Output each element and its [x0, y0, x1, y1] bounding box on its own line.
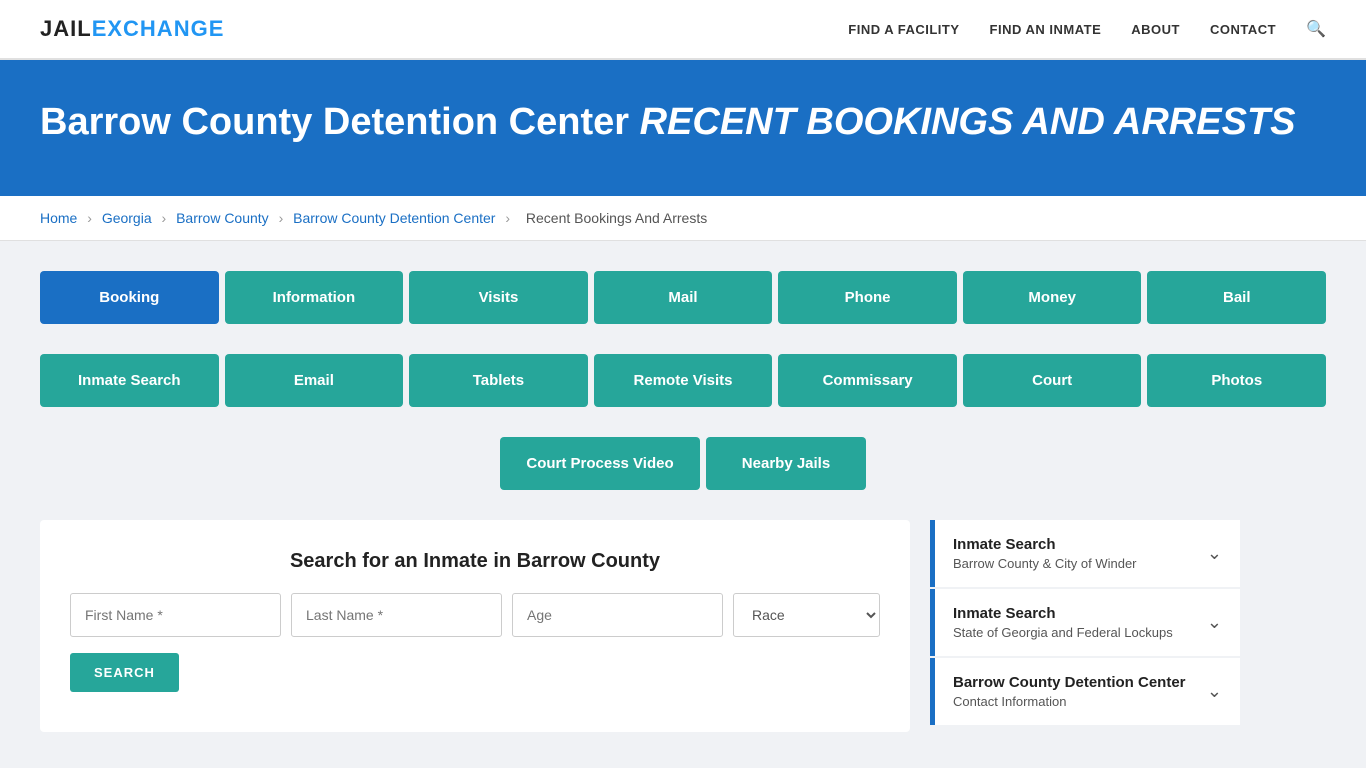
nav-contact[interactable]: CONTACT [1210, 22, 1276, 37]
sidebar-item-inmate-search-barrow[interactable]: Inmate Search Barrow County & City of Wi… [930, 520, 1240, 587]
btn-remote-visits[interactable]: Remote Visits [594, 354, 773, 407]
breadcrumb-sep-2: › [162, 210, 167, 226]
breadcrumb-home[interactable]: Home [40, 210, 77, 226]
logo-exchange: EXCHANGE [92, 16, 225, 41]
btn-court[interactable]: Court [963, 354, 1142, 407]
btn-mail[interactable]: Mail [594, 271, 773, 324]
content-area: Search for an Inmate in Barrow County Ra… [40, 520, 1326, 732]
btn-information[interactable]: Information [225, 271, 404, 324]
chevron-down-icon-2: ⌄ [1207, 612, 1222, 633]
sidebar-item-sub-1: Barrow County & City of Winder [953, 556, 1137, 571]
breadcrumb-detention-center[interactable]: Barrow County Detention Center [293, 210, 495, 226]
page-title: Barrow County Detention Center RECENT BO… [40, 100, 1326, 146]
sidebar-item-contact-info[interactable]: Barrow County Detention Center Contact I… [930, 658, 1240, 725]
sidebar-item-sub-2: State of Georgia and Federal Lockups [953, 625, 1173, 640]
breadcrumb-current: Recent Bookings And Arrests [526, 210, 707, 226]
sidebar-item-title-1: Inmate Search [953, 536, 1137, 553]
search-inputs: Race White Black Hispanic Asian Other [70, 593, 880, 637]
breadcrumb-barrow-county[interactable]: Barrow County [176, 210, 269, 226]
btn-court-process-video[interactable]: Court Process Video [500, 437, 700, 490]
race-select[interactable]: Race White Black Hispanic Asian Other [733, 593, 880, 637]
btn-inmate-search[interactable]: Inmate Search [40, 354, 219, 407]
breadcrumb: Home › Georgia › Barrow County › Barrow … [0, 196, 1366, 241]
breadcrumb-georgia[interactable]: Georgia [102, 210, 152, 226]
btn-email[interactable]: Email [225, 354, 404, 407]
btn-commissary[interactable]: Commissary [778, 354, 957, 407]
search-panel: Search for an Inmate in Barrow County Ra… [40, 520, 910, 732]
main-content: Booking Information Visits Mail Phone Mo… [0, 241, 1366, 762]
sidebar-item-title-2: Inmate Search [953, 605, 1173, 622]
age-input[interactable] [512, 593, 723, 637]
chevron-down-icon-3: ⌄ [1207, 681, 1222, 702]
sidebar-item-title-3: Barrow County Detention Center [953, 674, 1186, 691]
logo-jail: JAIL [40, 16, 92, 41]
sidebar-panel: Inmate Search Barrow County & City of Wi… [930, 520, 1240, 727]
last-name-input[interactable] [291, 593, 502, 637]
hero-section: Barrow County Detention Center RECENT BO… [0, 60, 1366, 196]
search-button[interactable]: SEARCH [70, 653, 179, 692]
sidebar-item-inmate-search-georgia[interactable]: Inmate Search State of Georgia and Feder… [930, 589, 1240, 656]
first-name-input[interactable] [70, 593, 281, 637]
search-title: Search for an Inmate in Barrow County [70, 550, 880, 573]
btn-money[interactable]: Money [963, 271, 1142, 324]
breadcrumb-sep-3: › [279, 210, 284, 226]
logo[interactable]: JAILEXCHANGE [40, 16, 224, 42]
btn-tablets[interactable]: Tablets [409, 354, 588, 407]
breadcrumb-sep-1: › [87, 210, 92, 226]
btn-booking[interactable]: Booking [40, 271, 219, 324]
breadcrumb-sep-4: › [505, 210, 510, 226]
sidebar-item-sub-3: Contact Information [953, 694, 1186, 709]
button-grid-row3: Court Process Video Nearby Jails [40, 437, 1326, 490]
chevron-down-icon-1: ⌄ [1207, 543, 1222, 564]
nav-find-facility[interactable]: FIND A FACILITY [848, 22, 959, 37]
btn-photos[interactable]: Photos [1147, 354, 1326, 407]
btn-nearby-jails[interactable]: Nearby Jails [706, 437, 866, 490]
button-grid-row2: Inmate Search Email Tablets Remote Visit… [40, 354, 1326, 407]
nav-about[interactable]: ABOUT [1131, 22, 1180, 37]
search-icon[interactable]: 🔍 [1306, 19, 1326, 39]
nav-find-inmate[interactable]: FIND AN INMATE [990, 22, 1102, 37]
btn-visits[interactable]: Visits [409, 271, 588, 324]
nav-links: FIND A FACILITY FIND AN INMATE ABOUT CON… [848, 19, 1326, 39]
button-grid: Booking Information Visits Mail Phone Mo… [40, 271, 1326, 324]
btn-bail[interactable]: Bail [1147, 271, 1326, 324]
navbar: JAILEXCHANGE FIND A FACILITY FIND AN INM… [0, 0, 1366, 60]
btn-phone[interactable]: Phone [778, 271, 957, 324]
